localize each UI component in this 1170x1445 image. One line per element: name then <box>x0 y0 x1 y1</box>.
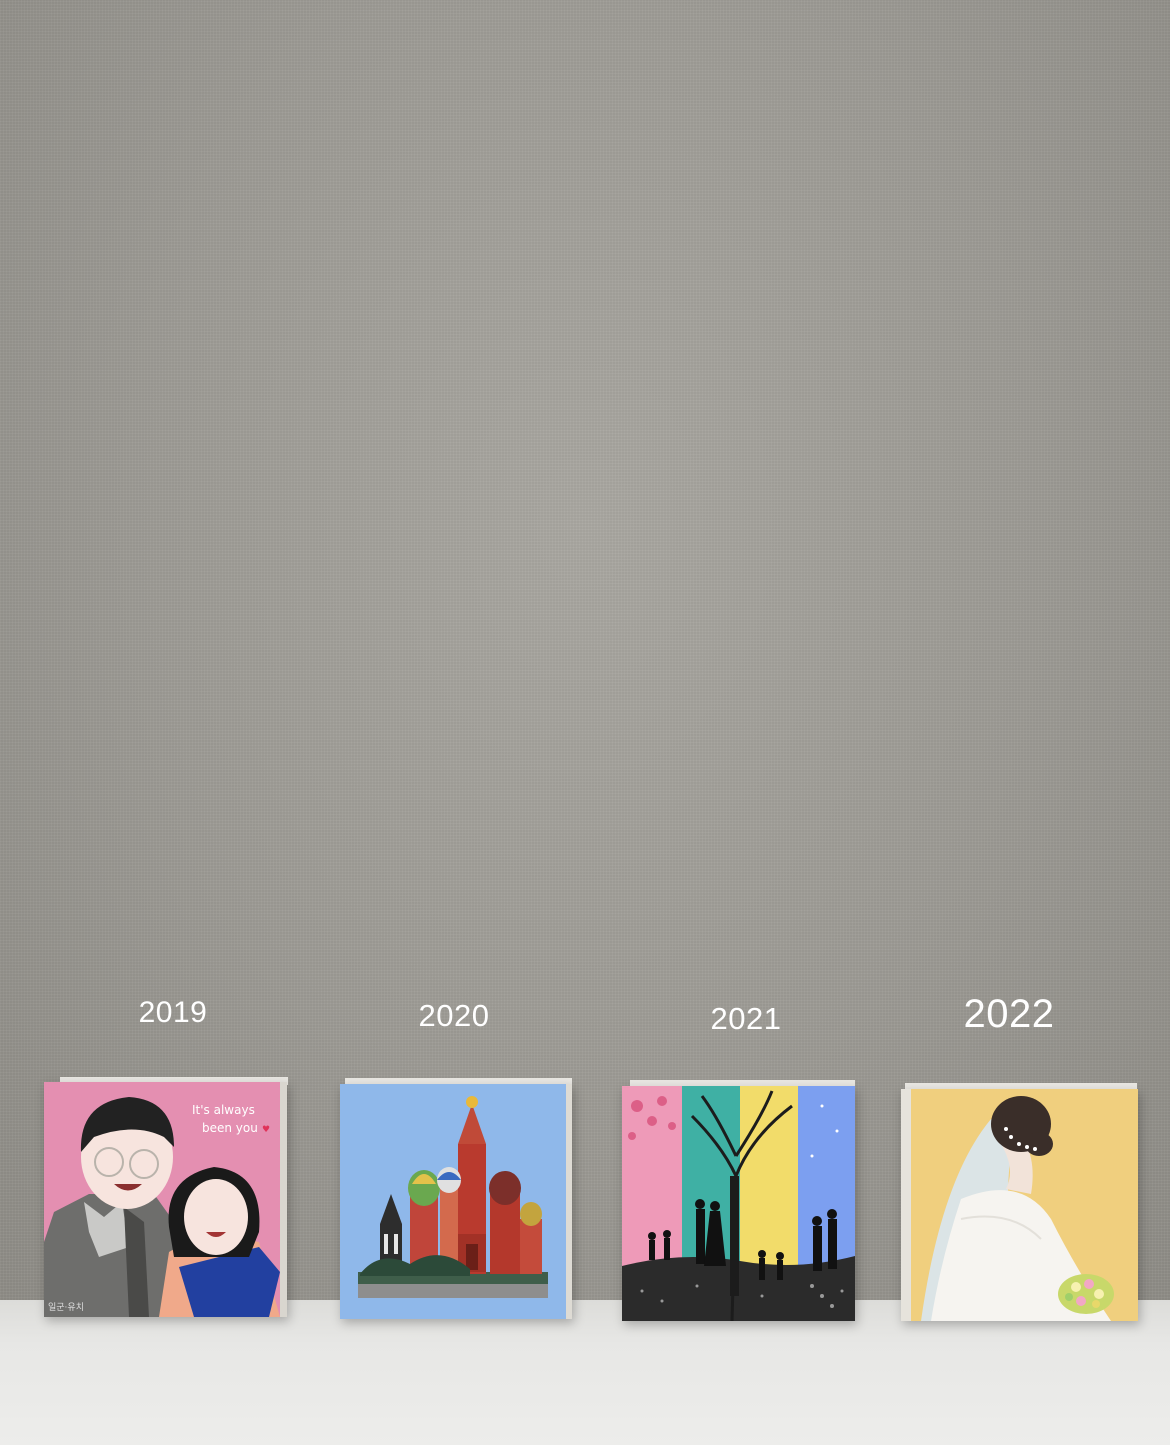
painting-2022-bride <box>901 1089 1138 1321</box>
painting-2021-four-seasons <box>622 1086 855 1321</box>
shelf-surface <box>0 1300 1170 1445</box>
painting-text-line1: It's always <box>192 1103 255 1117</box>
year-label-2019: 2019 <box>138 996 208 1029</box>
year-label-2020: 2020 <box>418 998 490 1033</box>
painting-text-line2: been you <box>202 1121 258 1135</box>
year-label-2021: 2021 <box>710 1001 782 1036</box>
heart-icon: ♥ <box>262 1125 270 1135</box>
painting-2020-cathedral <box>340 1084 572 1319</box>
year-label-2022: 2022 <box>963 992 1055 1036</box>
painting-2019-couple-portrait: It's always been you ♥ 일군·유치 <box>44 1082 287 1317</box>
painting-signature: 일군·유치 <box>48 1301 84 1313</box>
